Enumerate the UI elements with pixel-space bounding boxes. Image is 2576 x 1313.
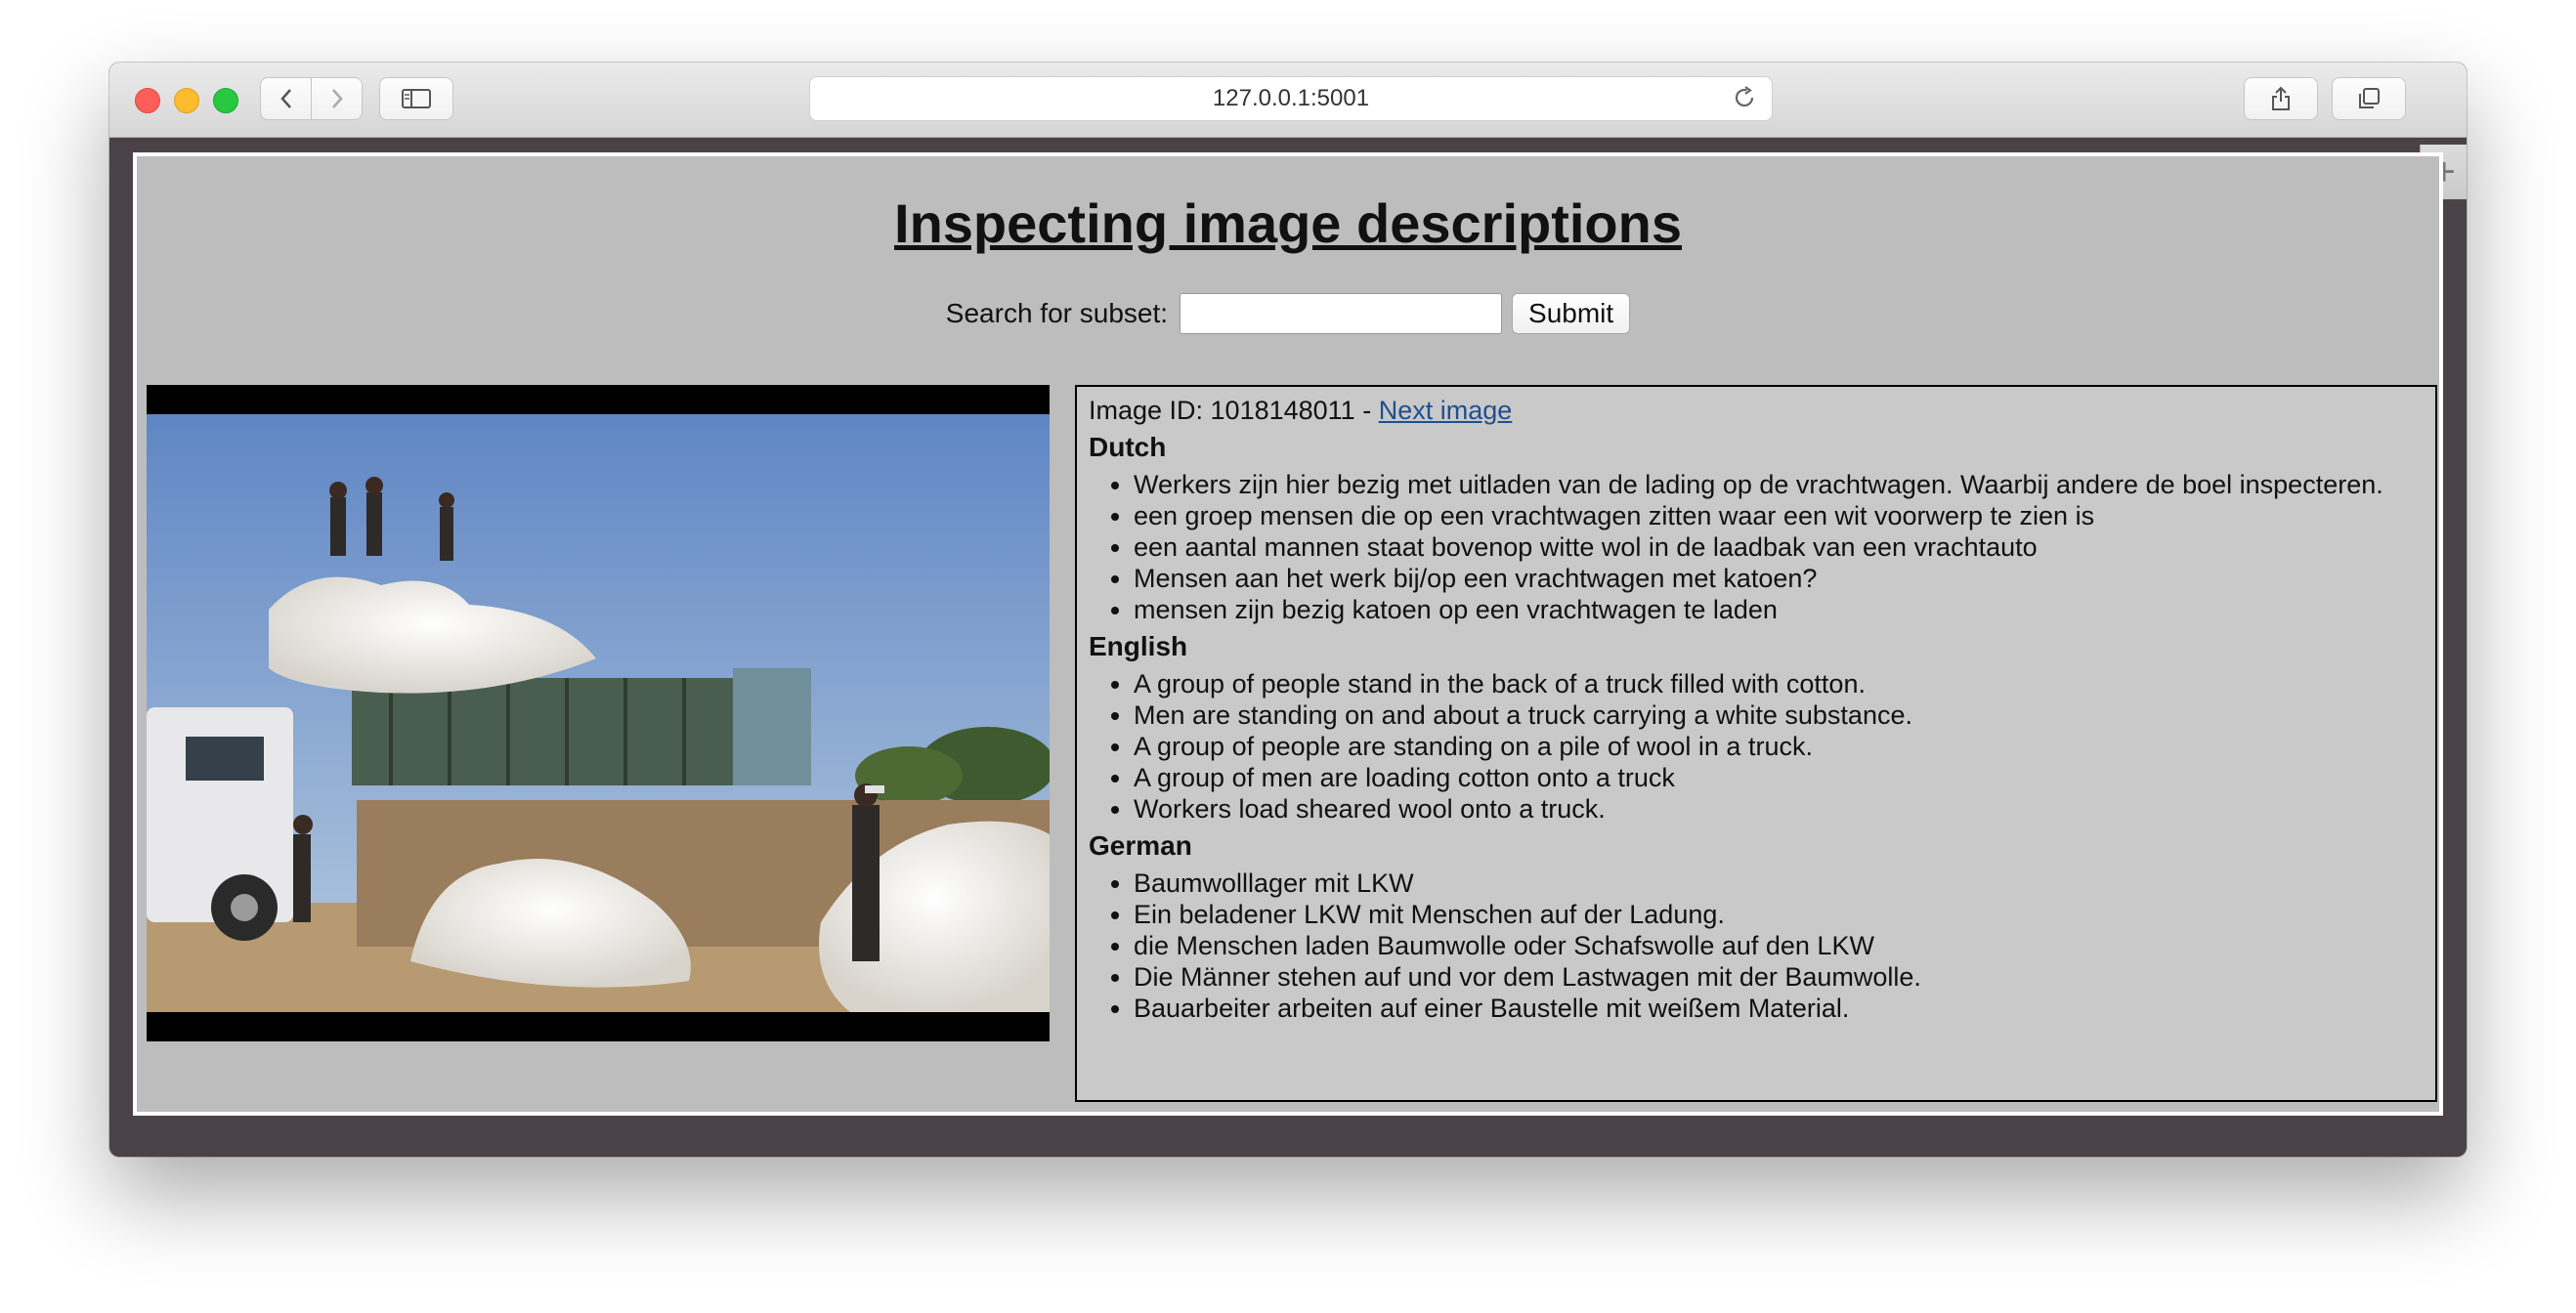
forward-button[interactable] — [311, 77, 363, 120]
description-item: Mensen aan het werk bij/op een vrachtwag… — [1134, 563, 2424, 594]
chevron-left-icon — [279, 89, 291, 108]
url-text: 127.0.0.1:5001 — [1212, 85, 1370, 111]
navigation-buttons — [260, 77, 364, 120]
description-item: een aantal mannen staat bovenop witte wo… — [1134, 531, 2424, 563]
minimize-window-button[interactable] — [174, 88, 199, 113]
description-item: A group of people stand in the back of a… — [1134, 668, 2424, 699]
image-frame — [147, 385, 1050, 1041]
sidebar-toggle-button[interactable] — [379, 77, 453, 120]
language-heading-dutch: Dutch — [1089, 432, 1167, 462]
description-item: Baumwolllager mit LKW — [1134, 868, 2424, 899]
browser-toolbar: 127.0.0.1:5001 — [109, 63, 2467, 138]
cotton-truck-photo — [147, 414, 1050, 1012]
reload-icon[interactable] — [1731, 85, 1758, 112]
close-window-button[interactable] — [135, 88, 160, 113]
description-list-german: Baumwolllager mit LKW Ein beladener LKW … — [1089, 868, 2424, 1024]
share-icon — [2272, 86, 2290, 110]
browser-window: 127.0.0.1:5001 + Inspecting image descri… — [109, 63, 2467, 1157]
sidebar-icon — [402, 89, 431, 108]
search-input[interactable] — [1180, 293, 1503, 334]
page-content: Inspecting image descriptions Search for… — [133, 152, 2443, 1116]
description-item: een groep mensen die op een vrachtwagen … — [1134, 500, 2424, 531]
share-button[interactable] — [2244, 77, 2318, 120]
next-image-link[interactable]: Next image — [1379, 396, 1513, 425]
description-item: mensen zijn bezig katoen op een vrachtwa… — [1134, 594, 2424, 625]
description-item: Ein beladener LKW mit Menschen auf der L… — [1134, 899, 2424, 930]
description-item: Werkers zijn hier bezig met uitladen van… — [1134, 469, 2424, 500]
description-list-dutch: Werkers zijn hier bezig met uitladen van… — [1089, 469, 2424, 625]
description-item: A group of men are loading cotton onto a… — [1134, 762, 2424, 793]
chevron-right-icon — [331, 89, 343, 108]
show-tabs-button[interactable] — [2332, 77, 2406, 120]
zoom-window-button[interactable] — [213, 88, 238, 113]
back-button[interactable] — [260, 77, 312, 120]
description-item: A group of people are standing on a pile… — [1134, 731, 2424, 762]
description-item: Bauarbeiter arbeiten auf einer Baustelle… — [1134, 993, 2424, 1024]
description-item: die Menschen laden Baumwolle oder Schafs… — [1134, 930, 2424, 961]
tabs-overview-icon — [2359, 88, 2380, 108]
address-bar[interactable]: 127.0.0.1:5001 — [809, 76, 1773, 121]
descriptions-panel: Image ID: 1018148011 - Next image Dutch … — [1075, 385, 2437, 1102]
description-list-english: A group of people stand in the back of a… — [1089, 668, 2424, 825]
description-item: Workers load sheared wool onto a truck. — [1134, 793, 2424, 825]
page-title: Inspecting image descriptions — [894, 192, 1682, 254]
image-id-text: Image ID: 1018148011 - — [1089, 396, 1372, 425]
description-item: Men are standing on and about a truck ca… — [1134, 699, 2424, 731]
language-heading-german: German — [1089, 830, 1192, 861]
submit-button[interactable]: Submit — [1512, 293, 1631, 334]
description-item: Die Männer stehen auf und vor dem Lastwa… — [1134, 961, 2424, 993]
image-id-line: Image ID: 1018148011 - Next image — [1089, 395, 2424, 426]
search-form: Search for subset: Submit — [137, 293, 2439, 334]
language-heading-english: English — [1089, 631, 1188, 661]
search-label: Search for subset: — [945, 298, 1169, 328]
